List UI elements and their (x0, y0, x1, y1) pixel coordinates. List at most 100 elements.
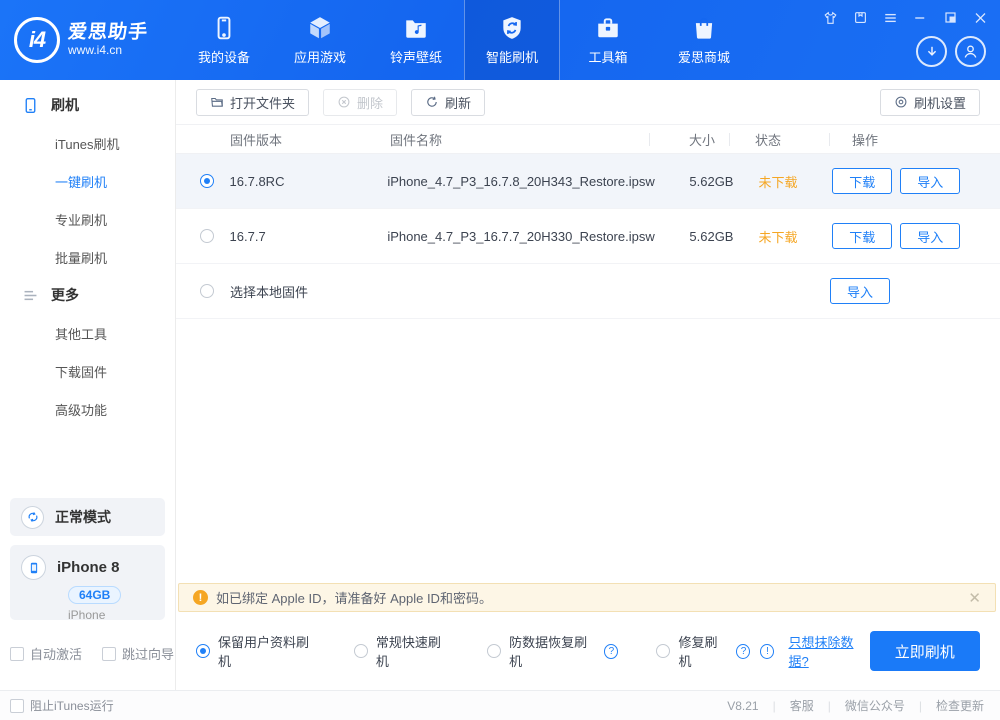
firmware-row[interactable]: 16.7.8RC iPhone_4.7_P3_16.7.8_20H343_Res… (176, 154, 1000, 209)
sidebar-item-one-click-flash[interactable]: 一键刷机 (0, 162, 175, 200)
skin-icon[interactable] (823, 10, 838, 25)
settings-gear-icon (895, 96, 907, 108)
nav-store[interactable]: 爱思商城 (656, 0, 752, 80)
col-size: 大小 (688, 132, 715, 148)
device-icon (217, 16, 231, 39)
sidebar-item-download-firmware[interactable]: 下载固件 (0, 352, 175, 390)
help-icon[interactable]: ? (604, 643, 619, 659)
apple-id-notice: ! 如已绑定 Apple ID，请准备好 Apple ID和密码。 ✕ (178, 583, 996, 612)
help-icon[interactable]: ? (736, 643, 751, 659)
refresh-icon (427, 96, 437, 107)
notice-close-icon[interactable]: ✕ (968, 589, 981, 607)
nav-label: 应用游戏 (293, 49, 346, 65)
brand-name: 爱思助手 (66, 21, 150, 43)
close-icon[interactable] (973, 10, 988, 25)
sidebar-item-advanced[interactable]: 高级功能 (0, 390, 175, 428)
nav-apps-games[interactable]: 应用游戏 (272, 0, 368, 80)
maximize-icon[interactable] (943, 10, 958, 25)
flash-settings-button[interactable]: 刷机设置 (879, 88, 980, 116)
firmware-size: 5.62GB (689, 228, 734, 244)
delete-label: 删除 (357, 95, 384, 111)
option-radio (196, 644, 210, 658)
connection-mode-icon (21, 505, 44, 529)
folder-icon (211, 97, 223, 107)
sidebar-item-pro-flash[interactable]: 专业刷机 (0, 200, 175, 238)
nav-label: 我的设备 (197, 49, 250, 65)
refresh-button[interactable]: 刷新 (411, 88, 486, 116)
check-update-link[interactable]: 检查更新 (936, 697, 984, 714)
nav-toolbox[interactable]: 工具箱 (560, 0, 656, 80)
toolbar: 打开文件夹 删除 刷新 刷机设置 (176, 80, 1000, 124)
divider: | (827, 698, 831, 713)
download-manager-icon[interactable] (916, 36, 947, 67)
app-version: V8.21 (727, 698, 759, 713)
col-actions: 操作 (852, 132, 879, 148)
firmware-radio[interactable] (200, 229, 214, 243)
divider: | (772, 698, 776, 713)
connected-device-card[interactable]: iPhone 8 64GB iPhone (10, 545, 165, 622)
download-button[interactable]: 下载 (832, 168, 893, 194)
phone-icon (25, 97, 36, 113)
nav-label: 爱思商城 (677, 49, 730, 65)
wechat-official-link[interactable]: 微信公众号 (845, 697, 905, 714)
info-icon[interactable]: ! (760, 643, 775, 659)
download-button[interactable]: 下载 (832, 223, 893, 249)
refresh-label: 刷新 (445, 95, 472, 111)
feedback-icon[interactable] (853, 10, 868, 25)
menu-icon[interactable] (883, 10, 898, 25)
delete-button[interactable]: 删除 (323, 88, 398, 116)
skip-setup-checkbox[interactable]: 跳过向导 (102, 644, 174, 663)
header: i4 爱思助手 www.i4.cn 我的设备 应用游戏 铃声壁纸 智能刷机 工具… (0, 0, 1000, 80)
logo-badge: i4 (14, 17, 60, 63)
flash-now-button[interactable]: 立即刷机 (869, 631, 980, 671)
firmware-radio[interactable] (200, 284, 214, 298)
sidebar-item-other-tools[interactable]: 其他工具 (0, 314, 175, 352)
option-radio (353, 644, 368, 658)
firmware-name: iPhone_4.7_P3_16.7.7_20H330_Restore.ipsw (387, 228, 655, 244)
section-title: 更多 (51, 287, 79, 303)
nav-ringtones-wallpapers[interactable]: 铃声壁纸 (368, 0, 464, 80)
open-folder-button[interactable]: 打开文件夹 (196, 88, 310, 116)
cube-icon (310, 16, 330, 38)
sidebar-item-itunes-flash[interactable]: iTunes刷机 (0, 124, 175, 162)
nav-smart-flash[interactable]: 智能刷机 (464, 0, 560, 80)
option-keep-data-flash[interactable]: 保留用户资料刷机 (196, 632, 316, 670)
local-firmware-row[interactable]: 选择本地固件 导入 (176, 264, 1000, 319)
import-button[interactable]: 导入 (900, 168, 961, 194)
checkbox-label: 自动激活 (30, 647, 83, 662)
option-anti-recovery-flash[interactable]: 防数据恢复刷机 ? (487, 632, 619, 670)
import-button[interactable]: 导入 (900, 223, 961, 249)
firmware-version: 16.7.8RC (229, 173, 285, 189)
window-controls (823, 10, 988, 25)
import-button[interactable]: 导入 (830, 278, 890, 304)
firmware-row[interactable]: 16.7.7 iPhone_4.7_P3_16.7.7_20H330_Resto… (176, 209, 1000, 264)
status-bar: 阻止iTunes运行 V8.21 | 客服 | 微信公众号 | 检查更新 (0, 690, 1000, 720)
iphone-icon (21, 555, 46, 580)
flash-settings-label: 刷机设置 (913, 95, 966, 111)
option-label: 保留用户资料刷机 (218, 635, 310, 669)
customer-service-link[interactable]: 客服 (790, 697, 814, 714)
local-firmware-label: 选择本地固件 (230, 284, 309, 300)
firmware-status: 未下载 (758, 229, 798, 245)
option-normal-fast-flash[interactable]: 常规快速刷机 (353, 632, 449, 670)
firmware-name: iPhone_4.7_P3_16.7.8_20H343_Restore.ipsw (387, 173, 655, 189)
warning-icon: ! (193, 590, 208, 605)
sidebar: 刷机 iTunes刷机 一键刷机 专业刷机 批量刷机 更多 其他工具 下载固件 … (0, 80, 176, 690)
minimize-icon[interactable] (913, 10, 928, 25)
device-name: iPhone 8 (57, 559, 120, 576)
brand-site: www.i4.cn (68, 42, 123, 57)
erase-data-link[interactable]: 只想抹除数据? (788, 632, 869, 670)
option-repair-flash[interactable]: 修复刷机 ? ! (656, 632, 775, 670)
auto-activate-checkbox[interactable]: 自动激活 (10, 644, 82, 663)
nav-label: 工具箱 (588, 49, 628, 65)
block-itunes-checkbox[interactable]: 阻止iTunes运行 (10, 697, 114, 714)
device-mode-card[interactable]: 正常模式 (10, 498, 165, 536)
checkbox-box (102, 646, 117, 661)
logo: i4 爱思助手 www.i4.cn (0, 0, 176, 80)
nav-my-devices[interactable]: 我的设备 (176, 0, 272, 80)
sidebar-item-batch-flash[interactable]: 批量刷机 (0, 238, 175, 276)
mode-label: 正常模式 (55, 509, 111, 525)
firmware-radio[interactable] (200, 174, 214, 188)
nav-label: 智能刷机 (485, 49, 538, 65)
user-account-icon[interactable] (955, 36, 986, 67)
